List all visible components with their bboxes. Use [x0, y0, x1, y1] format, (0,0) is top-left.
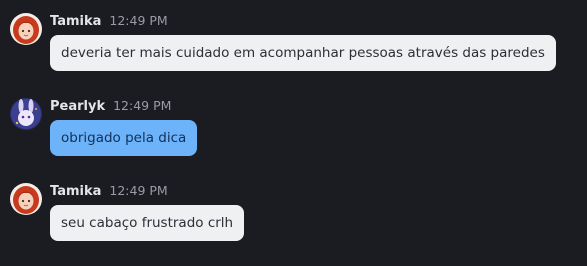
redhead-avatar-icon[interactable]: [10, 13, 42, 45]
message-header: Tamika 12:49 PM: [50, 183, 168, 201]
message-bubble: deveria ter mais cuidado em acompanhar p…: [50, 35, 556, 71]
author-name[interactable]: Tamika: [50, 14, 101, 29]
redhead-avatar-icon[interactable]: [10, 183, 42, 215]
author-name[interactable]: Pearlyk: [50, 99, 105, 114]
timestamp: 12:49 PM: [109, 13, 168, 28]
message-header: Tamika 12:49 PM: [50, 13, 168, 31]
bunny-avatar-icon[interactable]: [10, 98, 42, 130]
timestamp: 12:49 PM: [109, 183, 168, 198]
message-bubble: seu cabaço frustrado crlh: [50, 205, 245, 241]
message-bubble: obrigado pela dica: [50, 120, 198, 156]
message-header: Pearlyk 12:49 PM: [50, 98, 171, 116]
timestamp: 12:49 PM: [113, 98, 172, 113]
chat-log: Tamika 12:49 PM deveria ter mais cuidado…: [0, 0, 587, 266]
author-name[interactable]: Tamika: [50, 184, 101, 199]
